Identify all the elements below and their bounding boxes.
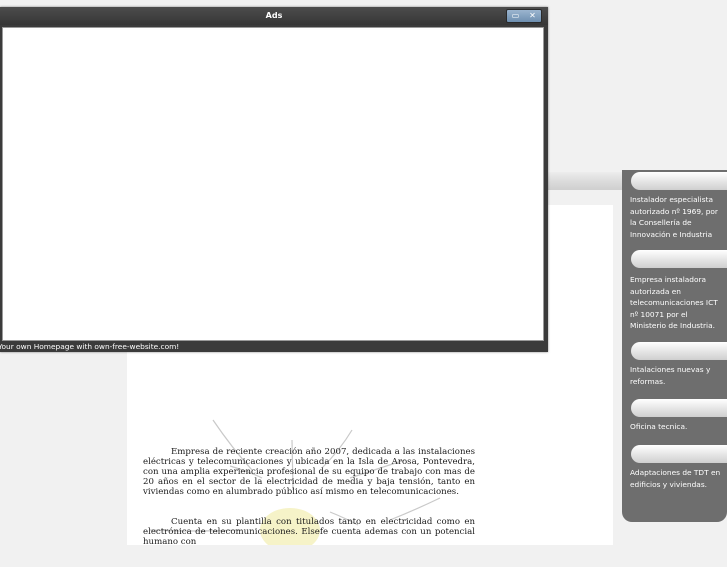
ads-window-title: Ads <box>265 11 283 20</box>
sidebar-item-header <box>631 399 727 417</box>
article-paragraph: Empresa de reciente creación año 2007, d… <box>143 447 475 497</box>
sidebar-item-header <box>631 172 727 190</box>
minimize-icon[interactable]: ▭ <box>507 10 524 22</box>
article-body: Empresa de reciente creación año 2007, d… <box>143 447 475 567</box>
close-icon[interactable]: ✕ <box>524 10 541 22</box>
sidebar-item-label: Empresa instaladora autorizada en teleco… <box>630 275 718 331</box>
sidebar: Instalador especialista autorizado nº 19… <box>622 170 727 522</box>
ads-window-titlebar[interactable]: Ads <box>0 7 548 25</box>
ads-content-frame[interactable] <box>2 27 544 341</box>
sidebar-item-label: Instalador especialista autorizado nº 19… <box>630 195 718 239</box>
ads-footer-text: Your own Homepage with own-free-website.… <box>0 342 180 351</box>
article-paragraph: Cuenta en su plantilla con titulados tan… <box>143 517 475 547</box>
sidebar-item-label: Intalaciones nuevas y reformas. <box>630 365 711 386</box>
sidebar-item-header <box>631 250 727 268</box>
ads-footer-link[interactable]: Your own Homepage with own-free-website.… <box>0 341 548 352</box>
ads-window[interactable]: Ads ▭ ✕ Your own Homepage with own-free-… <box>0 7 548 352</box>
sidebar-item-header <box>631 342 727 360</box>
window-controls: ▭ ✕ <box>506 9 542 23</box>
sidebar-item-label: Adaptaciones de TDT en edificios y vivie… <box>630 468 721 489</box>
sidebar-item-header <box>631 445 727 463</box>
sidebar-item-label: Oficina tecnica. <box>630 422 688 431</box>
